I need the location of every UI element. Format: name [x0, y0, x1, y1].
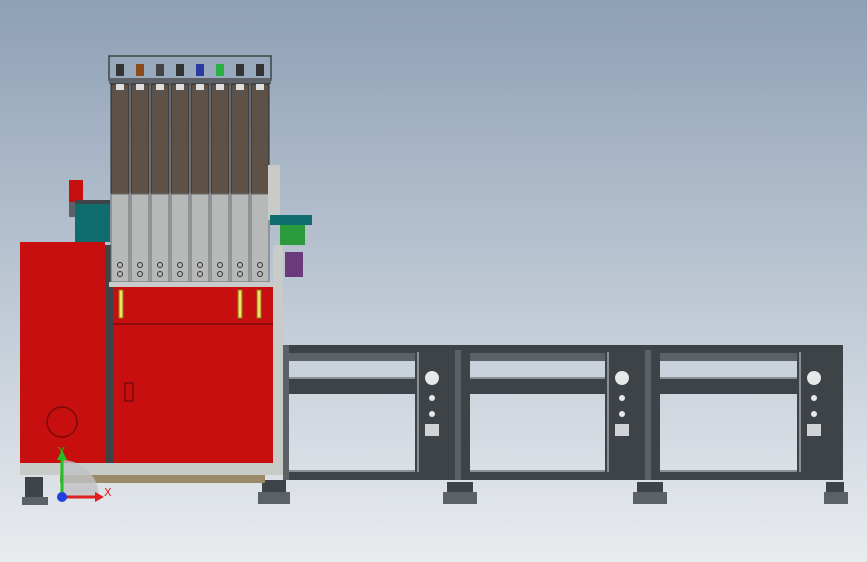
ejector-pin [256, 289, 262, 319]
side-bracket [270, 215, 312, 225]
side-mechanism [268, 165, 280, 220]
cabinet-base-rail [20, 463, 283, 475]
magazine-slot [170, 64, 190, 283]
magazine-slot [230, 64, 250, 283]
side-valve [285, 252, 303, 277]
magazine-slot [250, 64, 270, 283]
magazine-slot [110, 64, 130, 283]
conveyor-top-rail [283, 345, 843, 353]
conveyor-section-3 [797, 345, 843, 480]
conveyor-section-2 [605, 345, 660, 480]
axis-x-label: X [104, 486, 112, 499]
cabinet-left-body [20, 242, 105, 464]
ejector-pin [118, 289, 124, 319]
axis-y-label: Y [57, 445, 65, 458]
conveyor-middle-rail-edge [283, 377, 843, 379]
conveyor-bottom-rail-edge [283, 470, 843, 472]
ejector-pin [237, 289, 243, 319]
cabinet-upper-band [113, 285, 273, 325]
magazine-slot [210, 64, 230, 283]
axis-z-dot [57, 492, 67, 502]
conveyor-middle-rail [283, 377, 843, 394]
cabinet-foot-left-pad [22, 497, 48, 505]
magazine-slot [150, 64, 170, 283]
conveyor-top-rail-inner [283, 353, 843, 361]
magazine-slot [130, 64, 150, 283]
side-bracket-green [280, 225, 305, 245]
cabinet-foot-left [25, 477, 43, 497]
cabinet-frame-post [273, 245, 283, 470]
magazine-slot [190, 64, 210, 283]
magazine-bottom-bar [109, 282, 273, 287]
magazine-top-bar [109, 78, 271, 84]
cad-viewport: Y X [0, 0, 867, 562]
